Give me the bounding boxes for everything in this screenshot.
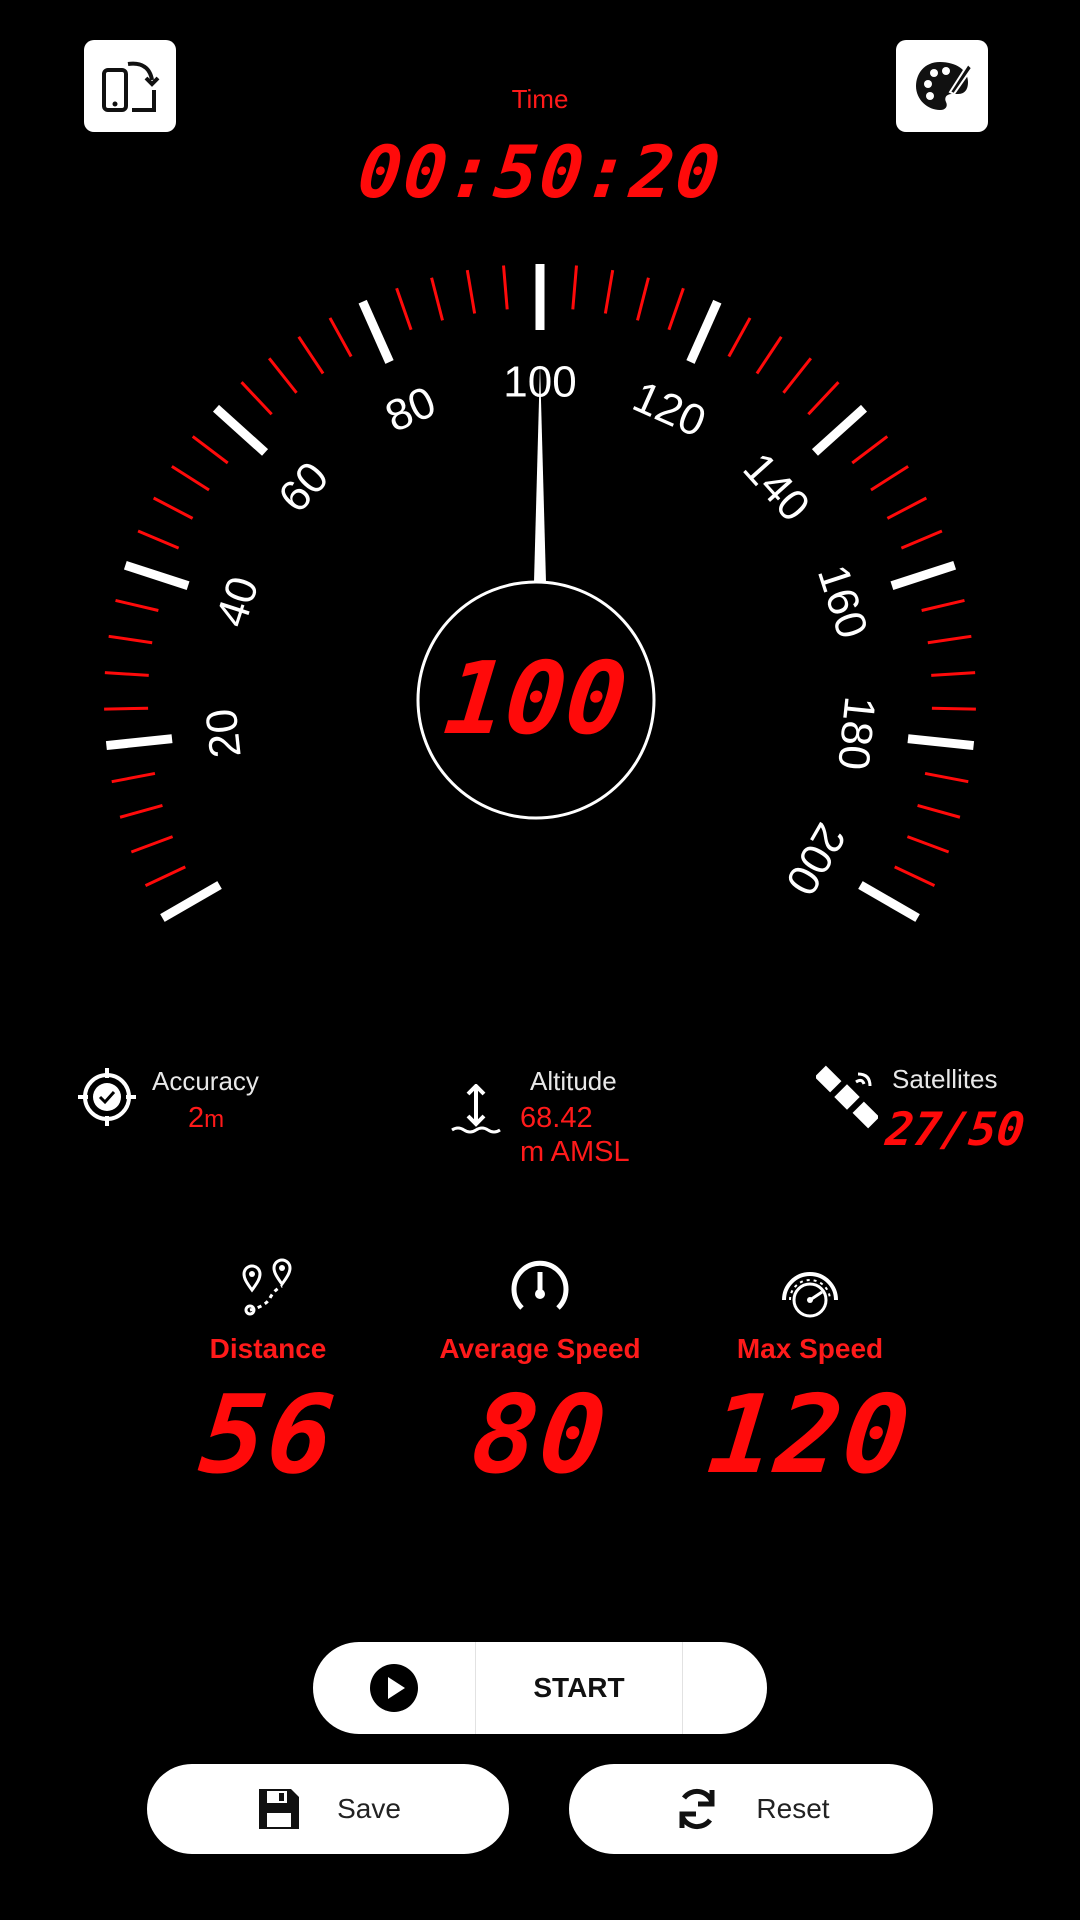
save-icon bbox=[259, 1789, 300, 1829]
major-tick bbox=[858, 881, 920, 922]
satellites-label: Satellites bbox=[892, 1064, 998, 1094]
start-control: START bbox=[313, 1642, 767, 1734]
tick-label: 40 bbox=[207, 571, 269, 633]
minor-tick bbox=[104, 671, 149, 677]
minor-tick bbox=[430, 277, 444, 321]
minor-tick bbox=[191, 435, 229, 465]
distance-metric: Distance 56 bbox=[118, 1256, 418, 1498]
minor-tick bbox=[104, 706, 149, 711]
altitude-unit: m AMSL bbox=[520, 1136, 630, 1168]
minor-tick bbox=[502, 265, 509, 310]
minor-tick bbox=[906, 835, 950, 854]
tick-label: 20 bbox=[197, 706, 251, 760]
minor-tick bbox=[152, 496, 194, 520]
satellite-icon bbox=[816, 1065, 878, 1129]
minor-tick bbox=[171, 465, 210, 492]
refresh-icon bbox=[679, 1788, 715, 1830]
tick-label: 180 bbox=[828, 694, 884, 772]
reset-label: Reset bbox=[756, 1793, 830, 1824]
major-tick bbox=[890, 560, 957, 590]
major-tick bbox=[686, 299, 722, 364]
minor-tick bbox=[268, 357, 298, 394]
max-speed-value: 120 bbox=[702, 1373, 918, 1498]
save-label: Save bbox=[337, 1793, 401, 1824]
minor-tick bbox=[921, 598, 965, 612]
major-tick bbox=[358, 299, 394, 364]
minor-tick bbox=[130, 835, 174, 854]
major-tick bbox=[212, 404, 269, 456]
minor-tick bbox=[240, 381, 273, 416]
average-speed-value: 80 bbox=[466, 1373, 614, 1498]
major-tick bbox=[123, 560, 190, 590]
altitude-label: Altitude bbox=[530, 1066, 617, 1096]
minor-tick bbox=[927, 634, 972, 645]
accuracy-value: 2 bbox=[188, 1102, 205, 1134]
accuracy-unit: m bbox=[204, 1106, 225, 1133]
minor-tick bbox=[137, 529, 180, 550]
distance-label: Distance bbox=[209, 1333, 327, 1364]
speedometer-icon bbox=[511, 1260, 569, 1310]
minor-tick bbox=[894, 865, 936, 887]
minor-tick bbox=[727, 317, 752, 358]
tick-label: 140 bbox=[734, 444, 820, 531]
minor-tick bbox=[886, 496, 928, 520]
minor-tick bbox=[108, 634, 153, 645]
tick-label: 60 bbox=[269, 453, 338, 522]
minor-tick bbox=[807, 381, 840, 416]
minor-tick bbox=[144, 865, 186, 887]
current-speed: 100 bbox=[439, 640, 633, 757]
minor-tick bbox=[851, 435, 889, 465]
play-icon bbox=[370, 1664, 418, 1712]
minor-tick bbox=[571, 265, 578, 310]
minor-tick bbox=[119, 803, 163, 819]
max-speed-gauge-icon bbox=[782, 1272, 838, 1318]
altitude-icon bbox=[451, 1084, 501, 1134]
minor-tick bbox=[465, 269, 477, 314]
tick-label: 200 bbox=[776, 815, 855, 903]
major-tick bbox=[160, 881, 222, 922]
start-button[interactable]: START bbox=[476, 1642, 683, 1734]
altitude-value: 68.42 bbox=[520, 1102, 593, 1134]
save-button[interactable]: Save bbox=[147, 1764, 509, 1854]
tick-label: 80 bbox=[378, 377, 443, 442]
minor-tick bbox=[755, 336, 783, 375]
speedometer-gauge: 20 4060 80 100 120 140 160 180 200 bbox=[104, 264, 976, 922]
major-tick bbox=[105, 734, 173, 751]
route-pins-icon bbox=[242, 1258, 292, 1316]
minor-tick bbox=[917, 803, 961, 819]
tick-label: 120 bbox=[626, 372, 713, 447]
average-speed-metric: Average Speed 80 bbox=[390, 1256, 690, 1498]
minor-tick bbox=[328, 317, 353, 358]
max-speed-label: Max Speed bbox=[736, 1333, 884, 1364]
accuracy-label: Accuracy bbox=[152, 1066, 259, 1096]
satellites-value: 27/50 bbox=[883, 1102, 1028, 1156]
minor-tick bbox=[395, 287, 413, 331]
minor-tick bbox=[636, 277, 650, 321]
minor-tick bbox=[924, 771, 969, 784]
minor-tick bbox=[870, 465, 909, 492]
major-tick bbox=[907, 734, 975, 751]
minor-tick bbox=[782, 357, 812, 394]
minor-tick bbox=[603, 269, 615, 314]
distance-value: 56 bbox=[194, 1373, 342, 1498]
minor-tick bbox=[931, 706, 976, 711]
major-tick bbox=[811, 404, 868, 456]
minor-tick bbox=[667, 287, 685, 331]
minor-tick bbox=[900, 529, 943, 550]
reset-button[interactable]: Reset bbox=[569, 1764, 933, 1854]
play-button[interactable] bbox=[313, 1642, 476, 1734]
minor-tick bbox=[115, 598, 159, 612]
tick-label: 160 bbox=[808, 559, 877, 644]
average-speed-label: Average Speed bbox=[439, 1333, 641, 1364]
minor-tick bbox=[111, 771, 156, 784]
max-speed-metric: Max Speed 120 bbox=[660, 1256, 960, 1498]
gps-target-icon bbox=[78, 1068, 136, 1126]
minor-tick bbox=[297, 336, 325, 375]
minor-tick bbox=[931, 671, 976, 677]
